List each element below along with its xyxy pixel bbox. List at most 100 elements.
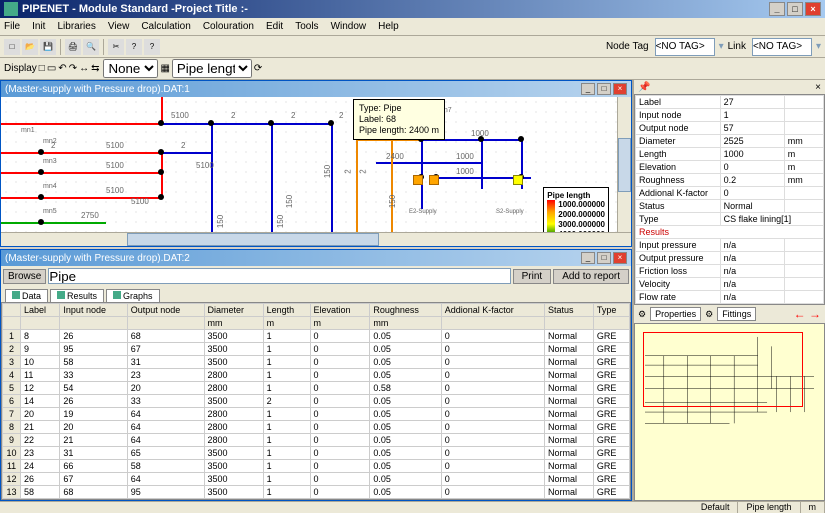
save-icon[interactable]: 💾 — [40, 39, 56, 55]
menu-calculation[interactable]: Calculation — [141, 21, 190, 32]
cell-diameter[interactable]: 3500 — [204, 395, 263, 408]
table-row[interactable]: 10 23 31 65 3500 1 0 0.05 0 Normal GRE — [3, 447, 630, 460]
cell-type[interactable]: GRE — [593, 421, 629, 434]
cell-type[interactable]: GRE — [593, 486, 629, 499]
cell-diameter[interactable]: 3500 — [204, 473, 263, 486]
table-row[interactable]: 13 58 68 95 3500 1 0 0.05 0 Normal GRE — [3, 486, 630, 499]
attr-refresh-icon[interactable]: ⟳ — [254, 63, 262, 74]
preview-icon[interactable]: 🔍 — [83, 39, 99, 55]
cell-roughness[interactable]: 0.05 — [370, 447, 441, 460]
data-table[interactable]: Label Input node Output node Diameter Le… — [1, 302, 631, 500]
cell-status[interactable]: Normal — [545, 460, 594, 473]
disp-btn4-icon[interactable]: ↷ — [69, 63, 77, 74]
whatsthis-icon[interactable]: ? — [144, 39, 160, 55]
pipe[interactable] — [1, 222, 106, 224]
cell-kfactor[interactable]: 0 — [441, 486, 544, 499]
cell-label[interactable]: 21 — [21, 421, 60, 434]
cell-kfactor[interactable]: 0 — [441, 395, 544, 408]
menu-init[interactable]: Init — [32, 21, 45, 32]
node[interactable] — [268, 120, 274, 126]
cell-output[interactable]: 95 — [127, 486, 204, 499]
node[interactable] — [328, 120, 334, 126]
minimap[interactable] — [634, 323, 825, 501]
table-row[interactable]: 6 14 26 33 3500 2 0 0.05 0 Normal GRE — [3, 395, 630, 408]
menu-libraries[interactable]: Libraries — [57, 21, 95, 32]
cell-kfactor[interactable]: 0 — [441, 434, 544, 447]
cell-status[interactable]: Normal — [545, 486, 594, 499]
cell-length[interactable]: 1 — [263, 330, 310, 343]
cell-output[interactable]: 67 — [127, 343, 204, 356]
cell-output[interactable]: 64 — [127, 408, 204, 421]
menu-window[interactable]: Window — [331, 21, 367, 32]
cell-input[interactable]: 67 — [60, 473, 127, 486]
cell-length[interactable]: 1 — [263, 473, 310, 486]
cell-diameter[interactable]: 2800 — [204, 434, 263, 447]
cell-label[interactable]: 58 — [21, 486, 60, 499]
cell-status[interactable]: Normal — [545, 343, 594, 356]
cell-kfactor[interactable]: 0 — [441, 330, 544, 343]
cell-output[interactable]: 23 — [127, 369, 204, 382]
prop-close-icon[interactable]: × — [815, 82, 821, 93]
cell-elevation[interactable]: 0 — [310, 473, 370, 486]
cell-length[interactable]: 1 — [263, 447, 310, 460]
pipe[interactable] — [211, 123, 213, 232]
table-row[interactable]: 1 8 26 68 3500 1 0 0.05 0 Normal GRE — [3, 330, 630, 343]
table-row[interactable]: 2 9 95 67 3500 1 0 0.05 0 Normal GRE — [3, 343, 630, 356]
cell-output[interactable]: 20 — [127, 382, 204, 395]
col-edit[interactable] — [3, 304, 21, 317]
node[interactable] — [518, 136, 524, 142]
node[interactable] — [158, 194, 164, 200]
datagrid-close-button[interactable]: × — [613, 252, 627, 264]
cell-input[interactable]: 58 — [60, 356, 127, 369]
cell-status[interactable]: Normal — [545, 408, 594, 421]
node[interactable] — [208, 120, 214, 126]
menu-view[interactable]: View — [108, 21, 130, 32]
cell-elevation[interactable]: 0 — [310, 356, 370, 369]
pipe[interactable] — [481, 139, 483, 189]
cell-elevation[interactable]: 0 — [310, 434, 370, 447]
close-button[interactable]: × — [805, 2, 821, 16]
cell-length[interactable]: 1 — [263, 460, 310, 473]
cell-diameter[interactable]: 3500 — [204, 447, 263, 460]
link-input[interactable] — [752, 38, 812, 56]
cell-diameter[interactable]: 2800 — [204, 382, 263, 395]
cell-input[interactable]: 54 — [60, 382, 127, 395]
datagrid-max-button[interactable]: □ — [597, 252, 611, 264]
cell-type[interactable]: GRE — [593, 408, 629, 421]
cell-kfactor[interactable]: 0 — [441, 343, 544, 356]
table-row[interactable]: 5 12 54 20 2800 1 0 0.58 0 Normal GRE — [3, 382, 630, 395]
cell-kfactor[interactable]: 0 — [441, 356, 544, 369]
cell-output[interactable]: 64 — [127, 434, 204, 447]
cell-output[interactable]: 58 — [127, 460, 204, 473]
cell-status[interactable]: Normal — [545, 369, 594, 382]
cell-elevation[interactable]: 0 — [310, 421, 370, 434]
cell-roughness[interactable]: 0.05 — [370, 434, 441, 447]
node[interactable] — [158, 169, 164, 175]
cell-elevation[interactable]: 0 — [310, 382, 370, 395]
col-label[interactable]: Label — [21, 304, 60, 317]
cell-elevation[interactable]: 0 — [310, 343, 370, 356]
pipe[interactable] — [161, 123, 211, 125]
cell-diameter[interactable]: 3500 — [204, 460, 263, 473]
disp-btn6-icon[interactable]: ⇆ — [91, 63, 99, 74]
cell-roughness[interactable]: 0.05 — [370, 473, 441, 486]
prop-nav-arrows[interactable]: ← → — [794, 307, 821, 321]
cell-length[interactable]: 2 — [263, 395, 310, 408]
cell-label[interactable]: 23 — [21, 447, 60, 460]
table-row[interactable]: 8 21 20 64 2800 1 0 0.05 0 Normal GRE — [3, 421, 630, 434]
cell-diameter[interactable]: 3500 — [204, 330, 263, 343]
tab-properties[interactable]: Properties — [650, 307, 701, 321]
table-row[interactable]: 7 20 19 64 2800 1 0 0.05 0 Normal GRE — [3, 408, 630, 421]
prop-len-v[interactable]: 1000 — [720, 148, 784, 161]
cell-kfactor[interactable]: 0 — [441, 369, 544, 382]
cell-label[interactable]: 14 — [21, 395, 60, 408]
help-icon[interactable]: ? — [126, 39, 142, 55]
disp-btn1-icon[interactable]: □ — [39, 63, 45, 74]
cell-kfactor[interactable]: 0 — [441, 460, 544, 473]
cell-roughness[interactable]: 0.05 — [370, 395, 441, 408]
col-roughness[interactable]: Roughness — [370, 304, 441, 317]
cell-output[interactable]: 33 — [127, 395, 204, 408]
cell-roughness[interactable]: 0.05 — [370, 460, 441, 473]
cell-type[interactable]: GRE — [593, 369, 629, 382]
node[interactable] — [38, 194, 44, 200]
